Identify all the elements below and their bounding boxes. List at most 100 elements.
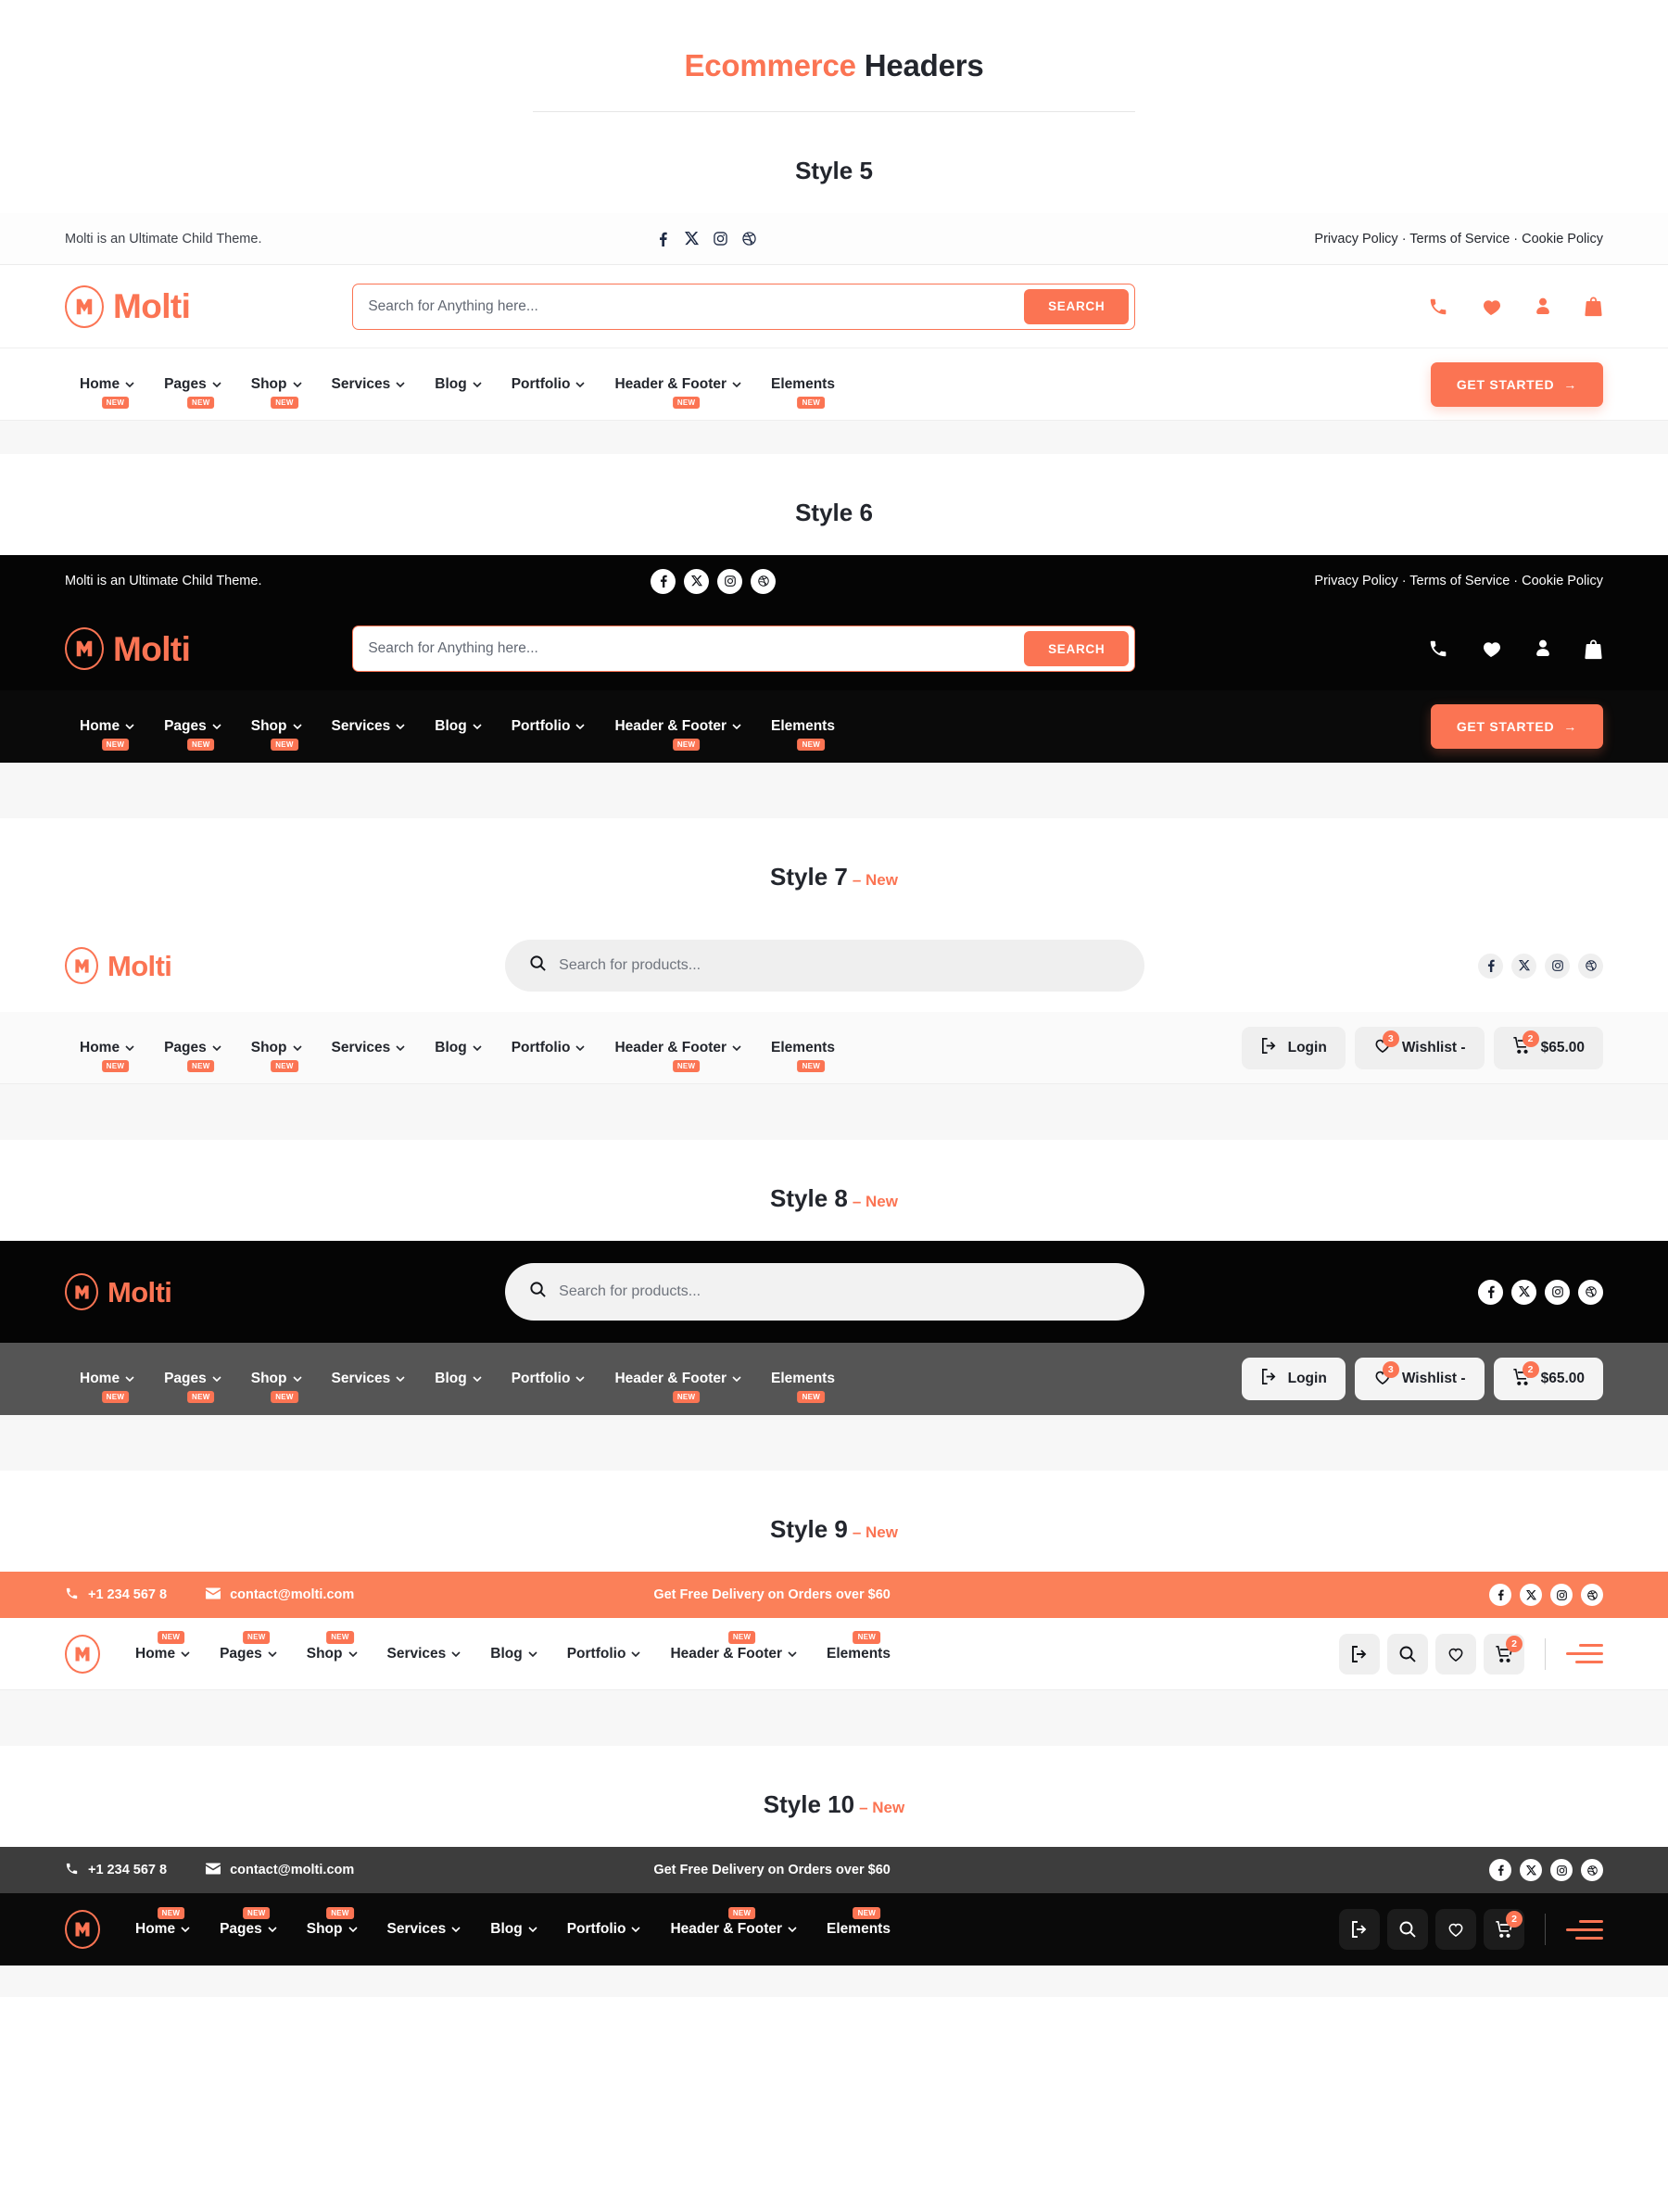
search-input[interactable]: Search for products... — [505, 1263, 1145, 1321]
dribbble-icon[interactable] — [1578, 1279, 1603, 1305]
hamburger-menu-icon[interactable] — [1566, 1644, 1603, 1663]
dribbble-icon[interactable] — [751, 568, 777, 594]
menu-item-portfolio[interactable]: Portfolio — [497, 1040, 600, 1056]
menu-item-header-footer[interactable]: Header & Footer NEW — [600, 1040, 756, 1072]
shopping-bag-icon[interactable] — [1584, 296, 1603, 317]
search-button[interactable] — [1387, 1633, 1428, 1675]
menu-item-elements[interactable]: Elements NEW — [756, 1040, 850, 1072]
search-button[interactable]: SEARCH — [1024, 288, 1130, 324]
search-button[interactable] — [1387, 1909, 1428, 1950]
facebook-icon[interactable] — [1489, 1584, 1511, 1606]
login-button[interactable] — [1339, 1909, 1380, 1950]
menu-item-pages[interactable]: Pages NEW — [149, 718, 236, 752]
dribbble-icon[interactable] — [741, 231, 757, 246]
search-input[interactable]: Search for products... — [505, 940, 1145, 992]
menu-item-services[interactable]: Services — [373, 1646, 476, 1662]
menu-item-header-footer[interactable]: Header & Footer NEW — [655, 1906, 812, 1938]
wishlist-button[interactable]: 3 Wishlist - — [1354, 1026, 1485, 1069]
promo-phone[interactable]: +1 234 567 8 — [65, 1862, 167, 1879]
menu-item-pages[interactable]: Pages NEW — [205, 1906, 292, 1938]
user-icon[interactable] — [1534, 297, 1552, 317]
menu-item-blog[interactable]: Blog — [420, 1040, 496, 1056]
menu-item-pages[interactable]: Pages NEW — [205, 1631, 292, 1662]
menu-item-blog[interactable]: Blog — [420, 718, 496, 735]
menu-item-portfolio[interactable]: Portfolio — [552, 1921, 656, 1938]
dribbble-icon[interactable] — [1581, 1859, 1603, 1881]
logo[interactable]: Molti — [65, 627, 191, 670]
instagram-icon[interactable] — [1545, 953, 1570, 979]
menu-item-home[interactable]: Home NEW — [65, 1040, 149, 1072]
heart-icon[interactable] — [1480, 296, 1502, 318]
cart-button[interactable]: 2 — [1484, 1633, 1524, 1675]
instagram-icon[interactable] — [1550, 1859, 1573, 1881]
menu-item-header-footer[interactable]: Header & Footer NEW — [655, 1631, 812, 1662]
wishlist-button[interactable] — [1435, 1909, 1476, 1950]
menu-item-shop[interactable]: Shop NEW — [236, 1371, 317, 1404]
promo-phone[interactable]: +1 234 567 8 — [65, 1586, 167, 1604]
logo[interactable]: Molti — [65, 947, 172, 984]
x-twitter-icon[interactable] — [1520, 1584, 1542, 1606]
menu-item-pages[interactable]: Pages NEW — [149, 1040, 236, 1072]
phone-icon[interactable] — [1428, 297, 1448, 317]
hamburger-menu-icon[interactable] — [1566, 1919, 1603, 1940]
social-links[interactable] — [1478, 1279, 1603, 1305]
menu-item-elements[interactable]: Elements NEW — [812, 1906, 905, 1938]
user-icon[interactable] — [1534, 638, 1552, 659]
x-twitter-icon[interactable] — [684, 568, 710, 594]
menu-item-services[interactable]: Services — [317, 718, 421, 735]
wishlist-button[interactable] — [1435, 1633, 1476, 1675]
menu-item-home[interactable]: Home NEW — [120, 1631, 205, 1662]
logo-mark-icon[interactable] — [65, 1910, 100, 1949]
instagram-icon[interactable] — [1550, 1584, 1573, 1606]
social-links[interactable] — [1489, 1584, 1603, 1606]
menu-item-header-footer[interactable]: Header & Footer NEW — [600, 376, 756, 409]
menu-item-elements[interactable]: Elements NEW — [756, 1371, 850, 1404]
instagram-icon[interactable] — [717, 568, 743, 594]
x-twitter-icon[interactable] — [684, 231, 700, 246]
menu-item-home[interactable]: Home NEW — [120, 1906, 205, 1938]
menu-item-shop[interactable]: Shop NEW — [236, 376, 317, 409]
menu-item-blog[interactable]: Blog — [475, 1921, 551, 1938]
wishlist-button[interactable]: 3 Wishlist - — [1354, 1358, 1485, 1400]
shopping-bag-icon[interactable] — [1584, 638, 1603, 660]
cart-button[interactable]: 2 $65.00 — [1493, 1358, 1603, 1400]
social-links[interactable] — [1478, 953, 1603, 979]
instagram-icon[interactable] — [1545, 1279, 1570, 1305]
instagram-icon[interactable] — [713, 231, 728, 246]
promo-email[interactable]: contact@molti.com — [206, 1587, 354, 1603]
facebook-icon[interactable] — [651, 568, 676, 594]
menu-item-elements[interactable]: Elements NEW — [812, 1631, 905, 1662]
menu-item-portfolio[interactable]: Portfolio — [497, 376, 600, 393]
facebook-icon[interactable] — [1478, 953, 1503, 979]
x-twitter-icon[interactable] — [1511, 953, 1536, 979]
phone-icon[interactable] — [1428, 638, 1448, 659]
get-started-button[interactable]: GET STARTED → — [1430, 361, 1603, 407]
login-button[interactable] — [1339, 1633, 1380, 1675]
menu-item-services[interactable]: Services — [317, 1371, 421, 1387]
menu-item-shop[interactable]: Shop NEW — [292, 1906, 373, 1938]
menu-item-blog[interactable]: Blog — [420, 376, 496, 393]
social-links[interactable] — [651, 568, 777, 594]
menu-item-elements[interactable]: Elements NEW — [756, 718, 850, 752]
menu-item-blog[interactable]: Blog — [420, 1371, 496, 1387]
topbar-policy-links[interactable]: Privacy Policy · Terms of Service · Cook… — [1314, 232, 1603, 246]
search-input[interactable]: Search for Anything here... SEARCH — [352, 626, 1136, 672]
menu-item-portfolio[interactable]: Portfolio — [552, 1646, 656, 1662]
menu-item-shop[interactable]: Shop NEW — [292, 1631, 373, 1662]
menu-item-services[interactable]: Services — [373, 1921, 476, 1938]
menu-item-home[interactable]: Home NEW — [65, 376, 149, 409]
get-started-button[interactable]: GET STARTED → — [1430, 704, 1603, 749]
dribbble-icon[interactable] — [1581, 1584, 1603, 1606]
search-button[interactable]: SEARCH — [1024, 631, 1130, 666]
x-twitter-icon[interactable] — [1520, 1859, 1542, 1881]
promo-email[interactable]: contact@molti.com — [206, 1863, 354, 1878]
menu-item-home[interactable]: Home NEW — [65, 1371, 149, 1404]
menu-item-shop[interactable]: Shop NEW — [236, 718, 317, 752]
menu-item-portfolio[interactable]: Portfolio — [497, 1371, 600, 1387]
heart-icon[interactable] — [1480, 638, 1502, 660]
menu-item-shop[interactable]: Shop NEW — [236, 1040, 317, 1072]
menu-item-home[interactable]: Home NEW — [65, 718, 149, 752]
cart-button[interactable]: 2 $65.00 — [1493, 1026, 1603, 1069]
facebook-icon[interactable] — [1478, 1279, 1503, 1305]
menu-item-blog[interactable]: Blog — [475, 1646, 551, 1662]
